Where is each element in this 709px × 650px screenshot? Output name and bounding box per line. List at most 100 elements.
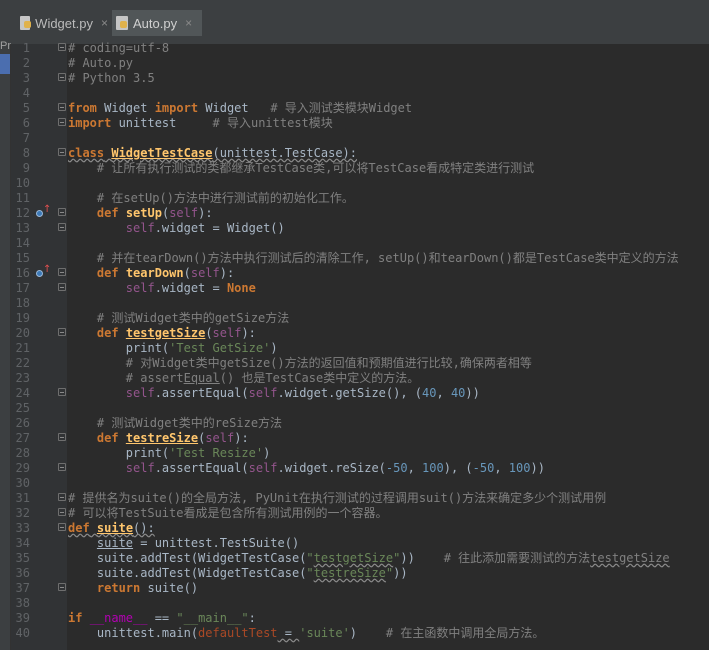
punct: ): [241, 326, 256, 340]
keyword: import [68, 116, 112, 130]
function-name: suite [96, 521, 134, 535]
tab-label: Widget.py [35, 15, 93, 31]
comment: # 导入unittest模块 [212, 116, 333, 130]
punct: )) [465, 386, 480, 400]
keyword-argument: defaultTest [198, 626, 278, 640]
string-literal: " [306, 566, 314, 580]
code-line: 40 unittest.main(defaultTest = 'suite') … [0, 624, 709, 642]
override-marker-icon[interactable]: ↑ [36, 204, 51, 219]
self-param: self [169, 206, 199, 220]
close-icon[interactable]: × [185, 16, 192, 30]
comment: # 导入测试类模块Widget [270, 101, 413, 115]
fold-marker-icon[interactable] [58, 118, 66, 126]
self-ref: self [248, 461, 278, 475]
number-literal: 40 [422, 386, 437, 400]
operator: == [147, 611, 177, 625]
self-ref: self [248, 386, 278, 400]
tab-label: Auto.py [133, 15, 178, 31]
fold-marker-icon[interactable] [58, 388, 66, 396]
keyword: def [68, 521, 90, 535]
punct: , [407, 461, 423, 475]
fold-marker-icon[interactable] [58, 73, 66, 81]
fold-marker-icon[interactable] [58, 103, 66, 111]
code-text: print( [125, 341, 170, 355]
punct: ) [263, 446, 271, 460]
self-ref: self [125, 221, 155, 235]
fold-marker-icon[interactable] [58, 508, 66, 516]
number-literal: 100 [422, 461, 444, 475]
close-icon[interactable]: × [101, 16, 108, 30]
fold-marker-icon[interactable] [58, 283, 66, 291]
comment: # Auto.py [68, 56, 134, 70]
code-text: .assertEqual( [154, 461, 249, 475]
comment: testgetSize [590, 551, 670, 565]
fold-marker-icon[interactable] [58, 223, 66, 231]
number-literal: 100 [508, 461, 531, 475]
string-literal: testgetSize [313, 551, 394, 565]
override-marker-icon[interactable]: ↑ [36, 264, 51, 279]
comment: # 提供名为suite()的全局方法, PyUnit在执行测试的过程调用suit… [68, 491, 607, 505]
module-name: Widget [96, 101, 155, 115]
function-name: testgetSize [125, 326, 206, 340]
punct: ): [198, 206, 213, 220]
self-param: self [190, 266, 220, 280]
punct: ): [234, 431, 249, 445]
code-text: suite.addTest(WidgetTestCase( [68, 551, 307, 565]
fold-marker-icon[interactable] [58, 583, 66, 591]
fold-marker-icon[interactable] [58, 208, 66, 216]
keyword: from [68, 101, 97, 115]
fold-marker-icon[interactable] [58, 433, 66, 441]
fold-marker-icon[interactable] [58, 328, 66, 336]
self-ref: self [125, 281, 155, 295]
string-literal: "__main__" [176, 611, 249, 625]
self-param: self [212, 326, 242, 340]
fold-marker-icon[interactable] [58, 463, 66, 471]
python-file-icon [116, 16, 128, 30]
function-name: setUp [125, 206, 162, 220]
tab-widget-py[interactable]: Widget.py × [16, 10, 108, 36]
comment: # 在setUp()方法中进行测试前的初始化工作。 [68, 191, 354, 205]
keyword: class [68, 146, 105, 160]
comment: () 也是TestCase类中定义的方法。 [219, 371, 420, 385]
code-text: .assertEqual( [154, 386, 249, 400]
function-name: testreSize [125, 431, 199, 445]
punct: ( [205, 326, 213, 340]
code-text: suite() [140, 581, 199, 595]
function-name: tearDown [125, 266, 184, 280]
self-param: self [205, 431, 235, 445]
fold-marker-icon[interactable] [58, 148, 66, 156]
punct: )) [400, 551, 444, 565]
code-text: = unittest.TestSuite() [133, 536, 300, 550]
tab-auto-py[interactable]: Auto.py × [112, 10, 202, 36]
comment: # 在主函数中调用全局方法。 [385, 626, 545, 640]
punct: )) [393, 566, 408, 580]
comment: # 测试Widget类中的getSize方法 [68, 311, 290, 325]
fold-marker-icon[interactable] [58, 493, 66, 501]
keyword: def [96, 206, 119, 220]
fold-marker-icon[interactable] [58, 268, 66, 276]
keyword: if [68, 611, 83, 625]
keyword: return [96, 581, 141, 595]
comment: # 对Widget类中getSize()方法的返回值和预期值进行比较,确保两者相… [68, 356, 532, 370]
number-literal: -50 [385, 461, 408, 475]
code-text: .widget.reSize( [277, 461, 386, 475]
operator: = [277, 626, 300, 640]
keyword: None [226, 281, 256, 295]
code-text: .widget.getSize(), ( [277, 386, 423, 400]
keyword: def [96, 266, 119, 280]
number-literal: 40 [450, 386, 466, 400]
punct: ( [183, 266, 191, 280]
base-class: (unittest.TestCase): [212, 146, 358, 160]
fold-marker-icon[interactable] [58, 523, 66, 531]
class-name: WidgetTestCase [111, 146, 213, 160]
line-number: 40 [15, 626, 30, 640]
fold-marker-icon[interactable] [58, 43, 66, 51]
string-literal: 'Test GetSize' [169, 341, 271, 355]
code-text: suite.addTest(WidgetTestCase( [68, 566, 307, 580]
punct: : [248, 611, 256, 625]
keyword: import [154, 101, 199, 115]
variable-name: suite [96, 536, 134, 550]
keyword: def [96, 431, 119, 445]
